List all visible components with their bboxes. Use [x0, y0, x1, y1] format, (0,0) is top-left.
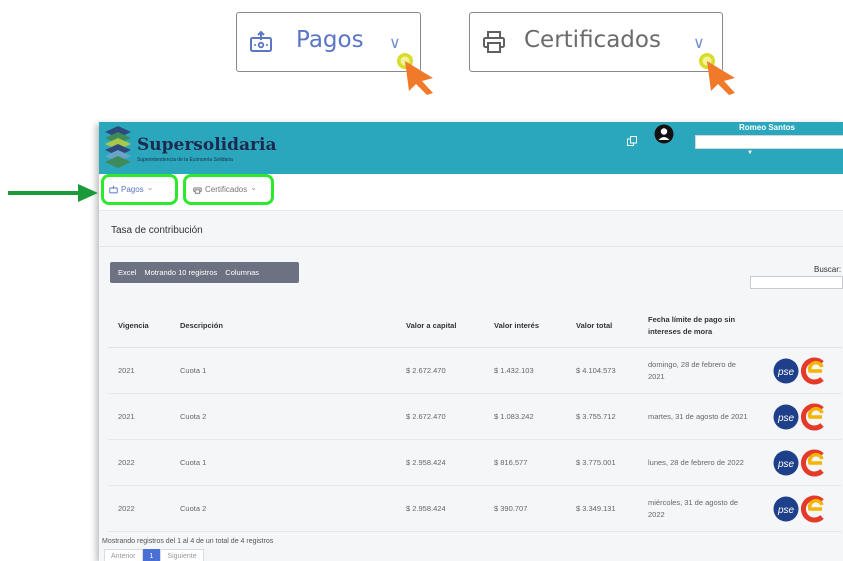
pse-label: pse [777, 413, 795, 424]
col-descripcion: Descripción [170, 305, 396, 348]
cell-fecha: domingo, 28 de febrero de 2021 [638, 347, 762, 394]
search-input[interactable] [750, 276, 843, 289]
cell-fecha: lunes, 28 de febrero de 2022 [638, 439, 762, 486]
table-header-row: Vigencia Descripción Valor a capital Val… [108, 305, 842, 348]
table-info: Mostrando registros del 1 al 4 de un tot… [102, 538, 274, 545]
highlight-pagos [101, 174, 178, 205]
page-1-button[interactable]: 1 [142, 549, 161, 561]
cell-total: $ 3.775.001 [566, 439, 638, 486]
cell-descripcion: Cuota 1 [170, 347, 396, 394]
pse-label: pse [777, 367, 795, 378]
pse-label: pse [777, 505, 795, 516]
table-toolbar: Excel Motrando 10 registros Columnas [110, 262, 299, 283]
card-pay-icon[interactable] [800, 357, 828, 385]
col-total: Valor total [566, 305, 638, 348]
cell-interes: $ 1.432.103 [484, 347, 566, 394]
col-interes: Valor interés [484, 305, 566, 348]
pse-pay-icon[interactable]: pse [772, 496, 800, 522]
cursor-click-icon [699, 53, 735, 95]
columns-button[interactable]: Columnas [225, 268, 259, 277]
page-length-button[interactable]: Motrando 10 registros [144, 268, 217, 277]
pagination: Anterior 1 Siguiente [104, 549, 204, 561]
user-dropdown[interactable] [695, 135, 843, 149]
table-row: 2021 Cuota 1 $ 2.672.470 $ 1.432.103 $ 4… [108, 347, 842, 394]
table-row: 2022 Cuota 1 $ 2.958.424 $ 816.577 $ 3.7… [108, 439, 842, 486]
cell-vigencia: 2022 [108, 485, 170, 532]
table-row: 2022 Cuota 2 $ 2.958.424 $ 390.707 $ 3.3… [108, 485, 842, 532]
app-screenshot: Supersolidaria Superintendencia de la Ec… [99, 122, 843, 561]
card-pay-icon[interactable] [800, 495, 828, 523]
copy-icon[interactable] [627, 133, 637, 151]
payment-upload-icon [249, 30, 273, 59]
search-label: Buscar: [814, 265, 842, 274]
card-pay-icon[interactable] [800, 403, 828, 431]
certificados-callout-button[interactable]: Certificados ∨ [469, 12, 723, 72]
pse-pay-icon[interactable]: pse [772, 450, 800, 476]
cell-total: $ 4.104.573 [566, 347, 638, 394]
cursor-click-icon [397, 53, 433, 95]
cell-interes: $ 1.083.242 [484, 393, 566, 440]
cell-interes: $ 816.577 [484, 439, 566, 486]
cell-capital: $ 2.672.470 [396, 347, 484, 394]
cell-capital: $ 2.958.424 [396, 439, 484, 486]
col-fecha: Fecha límite de pago sin intereses de mo… [638, 305, 762, 348]
card-pay-icon[interactable] [800, 449, 828, 477]
printer-icon [482, 31, 506, 58]
cell-descripcion: Cuota 1 [170, 439, 396, 486]
avatar[interactable] [654, 124, 674, 149]
next-page-button[interactable]: Siguiente [160, 549, 204, 561]
contribution-table: Vigencia Descripción Valor a capital Val… [108, 305, 842, 532]
divider [99, 246, 843, 247]
cell-capital: $ 2.958.424 [396, 485, 484, 532]
table-row: 2021 Cuota 2 $ 2.672.470 $ 1.083.242 $ 3… [108, 393, 842, 440]
certificados-callout-label: Certificados [524, 27, 661, 53]
cell-interes: $ 390.707 [484, 485, 566, 532]
cell-capital: $ 2.672.470 [396, 393, 484, 440]
cell-fecha: miércoles, 31 de agosto de 2022 [638, 485, 762, 532]
brand-name: Supersolidaria [137, 135, 277, 155]
col-vigencia: Vigencia [108, 305, 170, 348]
excel-button[interactable]: Excel [118, 268, 136, 277]
app-header: Supersolidaria Superintendencia de la Ec… [99, 122, 843, 174]
col-capital: Valor a capital [396, 305, 484, 348]
cell-vigencia: 2022 [108, 439, 170, 486]
green-arrow-icon [8, 184, 98, 202]
cell-vigencia: 2021 [108, 347, 170, 394]
prev-page-button[interactable]: Anterior [104, 549, 143, 561]
pse-pay-icon[interactable]: pse [772, 358, 800, 384]
cell-total: $ 3.755.712 [566, 393, 638, 440]
nav-bar: Pagos ⌄ Certificados ⌄ [99, 174, 843, 211]
highlight-certificados [183, 174, 274, 205]
cell-fecha: martes, 31 de agosto de 2021 [638, 393, 762, 440]
cell-descripcion: Cuota 2 [170, 485, 396, 532]
col-pago [762, 305, 842, 348]
brand-subtitle: Superintendencia de la Economía Solidari… [137, 157, 233, 163]
pse-label: pse [777, 459, 795, 470]
pagos-callout-label: Pagos [296, 27, 364, 53]
cell-vigencia: 2021 [108, 393, 170, 440]
cell-descripcion: Cuota 2 [170, 393, 396, 440]
cell-total: $ 3.349.131 [566, 485, 638, 532]
caret-down-icon[interactable]: ▼ [747, 150, 753, 156]
pse-pay-icon[interactable]: pse [772, 404, 800, 430]
supersolidaria-logo [105, 126, 131, 168]
page-title: Tasa de contribución [111, 225, 203, 236]
user-name: Romeo Santos [739, 123, 796, 132]
